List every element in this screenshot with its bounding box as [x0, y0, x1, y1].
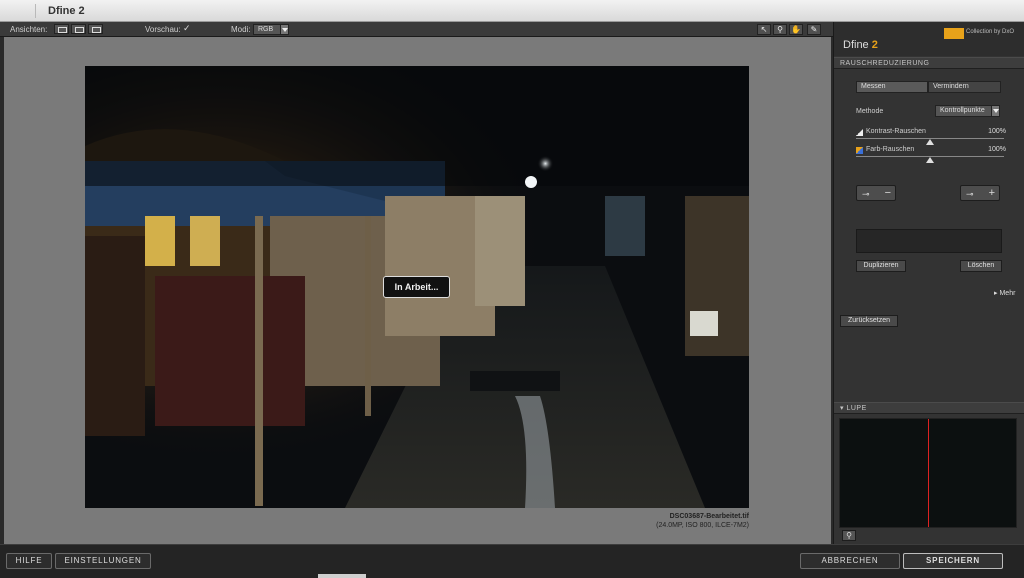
remove-control-point-button[interactable]: ⊸ − [856, 185, 896, 201]
contrast-noise-label: Kontrast-Rauschen [866, 128, 926, 135]
views-label: Ansichten: [10, 25, 48, 34]
color-noise-slider-handle[interactable] [926, 157, 934, 163]
contrast-noise-slider-handle[interactable] [926, 139, 934, 145]
window-controls[interactable] [6, 4, 36, 18]
app-version: 2 [871, 39, 878, 51]
pointer-icon[interactable]: ↖ [757, 24, 771, 35]
preview-label: Vorschau: [145, 25, 181, 34]
hand-icon[interactable]: ✋ [789, 24, 803, 35]
cancel-button[interactable]: ABBRECHEN [800, 553, 900, 569]
chevron-down-icon[interactable] [991, 105, 1000, 117]
right-panel: Collection by DxO Dfine 2 RAUSCHREDUZIER… [833, 22, 1024, 544]
file-name: DSC03687-Bearbeitet.tif [669, 513, 749, 520]
section-noise-reduction[interactable]: RAUSCHREDUZIERUNG [834, 57, 1024, 69]
app-name-main: Dfine [843, 39, 869, 51]
color-noise-label: Farb-Rauschen [866, 146, 915, 153]
brand-text: Collection by DxO [966, 29, 1015, 35]
method-select[interactable]: Kontrollpunkte [935, 105, 992, 117]
control-point-icon: ⊸ [862, 189, 870, 199]
nik-logo [944, 28, 964, 39]
toolbar: Ansichten: Vorschau: ✓ Modi: RGB ↖ ⚲ ✋ ✎ [0, 22, 833, 37]
tab-reduce[interactable]: Vermindern [928, 81, 1001, 93]
control-point-list[interactable] [856, 229, 1002, 253]
preview-checkbox[interactable]: ✓ [183, 24, 192, 33]
duplicate-button[interactable]: Duplizieren [856, 260, 906, 272]
chevron-down-icon[interactable] [280, 24, 289, 35]
method-label: Methode [856, 108, 884, 115]
window-title: Dfine 2 [48, 5, 85, 17]
contrast-noise-value: 100% [988, 128, 1006, 135]
file-metadata: (24.0MP, ISO 800, ILCE-7M2) [656, 522, 749, 529]
more-toggle[interactable]: ▸ Mehr [994, 289, 1015, 297]
title-bar: Dfine 2 [0, 0, 1024, 22]
color-noise-value: 100% [988, 146, 1006, 153]
mode-label: Modi: [231, 25, 251, 34]
app-name: Dfine 2 [843, 39, 878, 51]
color-noise-icon [856, 147, 863, 154]
processing-status: In Arbeit... [383, 276, 450, 298]
settings-button[interactable]: EINSTELLUNGEN [55, 553, 151, 569]
tab-measure[interactable]: Messen [856, 81, 928, 93]
save-button[interactable]: SPEICHERN [903, 553, 1003, 569]
add-control-point-button[interactable]: ⊸ + [960, 185, 1000, 201]
dock-indicator [318, 574, 366, 578]
zoom-icon[interactable]: ⚲ [773, 24, 787, 35]
plus-icon: + [988, 187, 995, 199]
eyedropper-icon[interactable]: ✎ [807, 24, 821, 35]
reset-button[interactable]: Zurücksetzen [840, 315, 898, 327]
section-loupe[interactable]: ▾ LUPE [834, 402, 1024, 414]
panel-header: Collection by DxO Dfine 2 [834, 22, 1024, 56]
loupe-title: LUPE [846, 405, 867, 412]
mode-select[interactable]: RGB [253, 24, 281, 35]
more-label: Mehr [999, 290, 1016, 297]
split-view-button[interactable] [71, 24, 86, 34]
contrast-noise-icon [856, 129, 863, 136]
minus-icon: − [884, 187, 891, 199]
bottom-bar: HILFE EINSTELLUNGEN ABBRECHEN SPEICHERN [0, 544, 1024, 578]
app-window: Dfine 2 Ansichten: Vorschau: ✓ Modi: RGB… [0, 0, 1024, 578]
delete-button[interactable]: Löschen [960, 260, 1002, 272]
side-by-side-view-button[interactable] [88, 24, 103, 34]
loupe-view[interactable] [839, 418, 1017, 528]
loupe-crosshair [928, 419, 929, 527]
pin-icon[interactable]: ⚲ [842, 530, 856, 541]
single-view-button[interactable] [54, 24, 69, 34]
help-button[interactable]: HILFE [6, 553, 52, 569]
control-point-icon: ⊸ [966, 189, 974, 199]
